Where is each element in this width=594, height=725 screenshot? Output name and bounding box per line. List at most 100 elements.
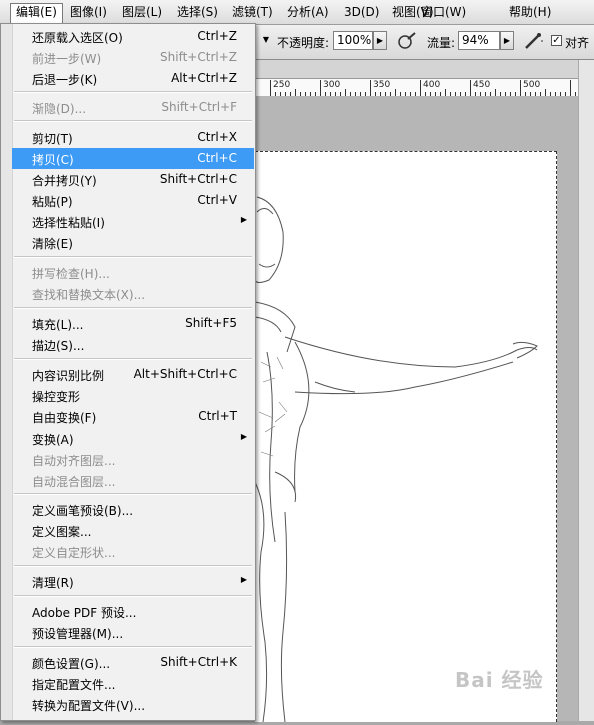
menu-item-fill[interactable]: 填充(L)... Shift+F5 — [12, 313, 254, 334]
ruler-tick — [370, 80, 371, 96]
vertical-scrollbar[interactable] — [578, 60, 594, 721]
menu-item-label: 渐隐(D)... — [32, 102, 87, 116]
ruler-tick — [420, 80, 421, 96]
menu-item-paste[interactable]: 粘贴(P) Ctrl+V — [12, 190, 254, 211]
menu-item-stroke[interactable]: 描边(S)... — [12, 334, 254, 355]
menu-item-label: 自动混合图层... — [32, 475, 116, 489]
menu-item-label: 定义自定形状... — [32, 546, 116, 560]
airbrush-pressure-icon[interactable] — [396, 30, 418, 52]
ruler-tick — [495, 89, 496, 96]
ruler-tick — [345, 89, 346, 96]
menu-item-label: 拷贝(C) — [32, 153, 74, 167]
ruler-tick — [570, 80, 571, 96]
menu-item-color-settings[interactable]: 颜色设置(G)... Shift+Ctrl+K — [12, 652, 254, 673]
menu-item-pdf-presets[interactable]: Adobe PDF 预设... — [12, 601, 254, 622]
menu-window[interactable]: 窗口(W) — [416, 3, 471, 21]
menu-item-clear[interactable]: 清除(E) — [12, 232, 254, 253]
menu-item-label: 描边(S)... — [32, 339, 85, 353]
menu-edit[interactable]: 编辑(E) — [10, 3, 63, 24]
menu-item-shortcut: Ctrl+Z — [197, 29, 237, 43]
menu-item-purge[interactable]: 清理(R) ▶ — [12, 571, 254, 592]
menu-separator — [14, 91, 252, 93]
align-label: 对齐 — [565, 36, 590, 50]
menu-item-assign-profile[interactable]: 指定配置文件... — [12, 673, 254, 694]
menu-item-label: 指定配置文件... — [32, 678, 116, 692]
menu-item-auto-blend-layers[interactable]: 自动混合图层... — [12, 470, 254, 491]
menu-separator — [14, 565, 252, 567]
menu-item-free-transform[interactable]: 自由变换(F) Ctrl+T — [12, 406, 254, 427]
menu-analysis[interactable]: 分析(A) — [282, 3, 334, 21]
menu-image[interactable]: 图像(I) — [65, 3, 112, 21]
menu-item-spell-check[interactable]: 拼写检查(H)... — [12, 262, 254, 283]
menu-item-label: 剪切(T) — [32, 132, 73, 146]
watermark-logo: Bai 经验 — [455, 668, 544, 692]
flow-label: 流量: — [427, 36, 456, 50]
menu-3d[interactable]: 3D(D) — [339, 3, 384, 21]
menu-item-content-aware-scale[interactable]: 内容识别比例 Alt+Shift+Ctrl+C — [12, 364, 254, 385]
menu-help[interactable]: 帮助(H) — [504, 3, 556, 21]
submenu-arrow-icon: ▶ — [240, 432, 247, 441]
menu-item-transform[interactable]: 变换(A) ▶ — [12, 428, 254, 449]
document-canvas[interactable] — [254, 151, 557, 723]
menu-item-label: 自动对齐图层... — [32, 454, 116, 468]
menu-item-define-pattern[interactable]: 定义图案... — [12, 520, 254, 541]
flow-dropdown-icon[interactable]: ▶ — [500, 31, 514, 50]
opacity-dropdown-icon[interactable]: ▶ — [373, 31, 387, 50]
menu-item-convert-profile[interactable]: 转换为配置文件(V)... — [12, 694, 254, 715]
menu-item-shortcut: Shift+Ctrl+C — [159, 172, 237, 186]
flow-field[interactable]: 94% — [458, 31, 500, 50]
horizontal-ruler: 250 300 350 400 450 500 — [255, 79, 579, 97]
menu-filter[interactable]: 滤镜(T) — [227, 3, 278, 21]
menu-item-auto-align-layers[interactable]: 自动对齐图层... — [12, 449, 254, 470]
align-checkbox[interactable]: ✓ — [551, 35, 562, 46]
menu-item-label: 变换(A) — [32, 433, 74, 447]
menu-item-undo[interactable]: 还原载入选区(O) Ctrl+Z — [12, 26, 254, 47]
menu-item-shortcut: Alt+Ctrl+Z — [171, 71, 237, 85]
document-tab-strip — [255, 60, 594, 79]
menu-item-label: 后退一步(K) — [32, 73, 98, 87]
menu-item-label: 拼写检查(H)... — [32, 267, 110, 281]
ruler-tick — [320, 80, 321, 96]
menu-separator — [14, 595, 252, 597]
menu-item-shortcut: Shift+F5 — [185, 316, 237, 330]
menu-item-label: 查找和替换文本(X)... — [32, 288, 146, 302]
ruler-label: 350 — [373, 80, 391, 90]
airbrush-icon[interactable] — [522, 30, 544, 52]
menu-item-shortcut: Shift+Ctrl+F — [161, 100, 237, 114]
ruler-label: 400 — [423, 80, 441, 90]
menu-item-shortcut: Ctrl+T — [198, 409, 237, 423]
ruler-tick — [445, 89, 446, 96]
ruler-tick — [520, 80, 521, 96]
menu-item-step-forward[interactable]: 前进一步(W) Shift+Ctrl+Z — [12, 47, 254, 68]
menu-item-step-backward[interactable]: 后退一步(K) Alt+Ctrl+Z — [12, 68, 254, 89]
menu-item-define-brush[interactable]: 定义画笔预设(B)... — [12, 499, 254, 520]
menu-separator — [14, 256, 252, 258]
menu-item-define-custom-shape[interactable]: 定义自定形状... — [12, 541, 254, 562]
menu-separator — [14, 307, 252, 309]
menu-item-copy-merged[interactable]: 合并拷贝(Y) Shift+Ctrl+C — [12, 169, 254, 190]
opacity-field[interactable]: 100% — [333, 31, 373, 50]
menu-item-label: 颜色设置(G)... — [32, 657, 111, 671]
chevron-down-icon[interactable]: ▼ — [259, 31, 273, 50]
menu-item-puppet-warp[interactable]: 操控变形 — [12, 385, 254, 406]
menu-item-paste-special[interactable]: 选择性粘贴(I) ▶ — [12, 211, 254, 232]
menu-item-label: 操控变形 — [32, 390, 81, 404]
menu-select[interactable]: 选择(S) — [172, 3, 223, 21]
ruler-tick — [470, 80, 471, 96]
ruler-label: 500 — [523, 80, 541, 90]
menu-item-copy[interactable]: 拷贝(C) Ctrl+C — [12, 148, 254, 169]
menu-item-preset-manager[interactable]: 预设管理器(M)... — [12, 622, 254, 643]
menu-item-shortcut: Shift+Ctrl+K — [160, 655, 237, 669]
ruler-tick — [545, 89, 546, 96]
menu-layer[interactable]: 图层(L) — [117, 3, 167, 21]
menu-item-fade[interactable]: 渐隐(D)... Shift+Ctrl+F — [12, 97, 254, 118]
menu-item-label: 填充(L)... — [32, 318, 84, 332]
menu-item-label: 还原载入选区(O) — [32, 31, 123, 45]
menu-item-cut[interactable]: 剪切(T) Ctrl+X — [12, 127, 254, 148]
menu-item-label: 前进一步(W) — [32, 52, 102, 66]
menu-separator — [14, 493, 252, 495]
menu-item-find-replace[interactable]: 查找和替换文本(X)... — [12, 283, 254, 304]
menu-separator — [14, 358, 252, 360]
menu-item-label: 清理(R) — [32, 576, 74, 590]
menu-item-label: 粘贴(P) — [32, 195, 73, 209]
